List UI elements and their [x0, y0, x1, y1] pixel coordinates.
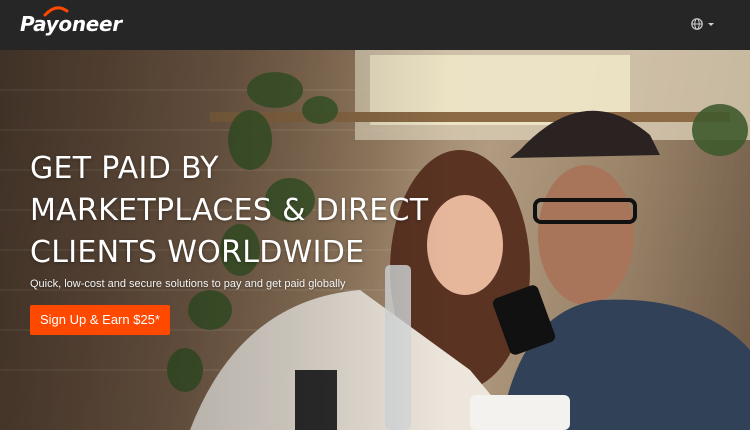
language-selector[interactable] — [690, 17, 718, 31]
headline-line: GET PAID BY — [30, 151, 219, 186]
logo-swoosh-icon — [43, 6, 69, 17]
payoneer-logo[interactable]: Payoneer — [20, 12, 122, 36]
headline-line: CLIENTS WORLDWIDE — [30, 235, 365, 270]
hero-banner: GET PAID BY MARKETPLACES & DIRECT CLIENT… — [0, 50, 750, 430]
logo-text: Payoneer — [20, 12, 122, 36]
globe-icon — [691, 18, 714, 30]
hero-headline: GET PAID BY MARKETPLACES & DIRECT CLIENT… — [30, 148, 450, 274]
hero-subheadline: Quick, low-cost and secure solutions to … — [30, 278, 346, 290]
top-navigation-bar: Payoneer — [0, 0, 750, 50]
sign-up-button[interactable]: Sign Up & Earn $25* — [30, 305, 170, 335]
headline-line: MARKETPLACES & DIRECT — [30, 193, 429, 228]
